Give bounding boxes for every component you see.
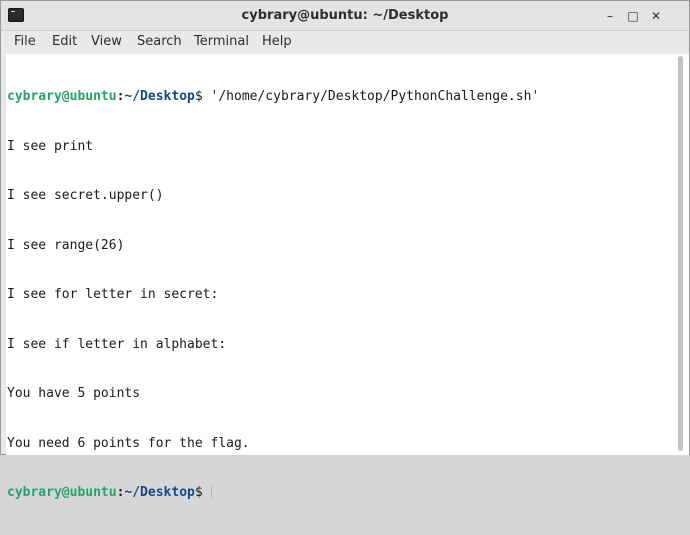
prompt-dollar: $ (194, 485, 203, 500)
maximize-icon[interactable]: □ (624, 7, 642, 25)
prompt-dollar: $ (194, 89, 203, 104)
output-line: You have 5 points (7, 386, 141, 401)
command-text: '/home/cybrary/Desktop/PythonChallenge.s… (202, 89, 540, 104)
command-line: cybrary@ubuntu:~/Desktop$ '/home/cybrary… (7, 89, 672, 106)
current-prompt-line: cybrary@ubuntu:~/Desktop$ (7, 485, 672, 502)
prompt-path: ~/Desktop (124, 485, 195, 500)
prompt-colon: : (116, 485, 125, 500)
menu-terminal[interactable]: Terminal (194, 34, 249, 49)
output-line: I see if letter in alphabet: (7, 336, 227, 352)
prompt-user: cybrary@ubuntu (7, 89, 117, 104)
output-line: I see print (7, 138, 94, 154)
text-cursor (210, 486, 212, 499)
menu-file[interactable]: File (14, 34, 36, 49)
output-line: I see secret.upper() (7, 188, 164, 203)
menu-edit[interactable]: Edit (52, 34, 77, 49)
scrollbar-thumb[interactable] (678, 56, 683, 451)
minimize-icon[interactable]: – (601, 7, 619, 25)
output-line: I see range(26) (7, 237, 125, 253)
menu-help[interactable]: Help (262, 34, 292, 49)
title-bar[interactable]: cybrary@ubuntu: ~/Desktop – □ ✕ (1, 1, 689, 31)
window-title: cybrary@ubuntu: ~/Desktop (241, 8, 449, 23)
vertical-scrollbar[interactable] (672, 54, 689, 455)
output-line: I see for letter in secret: (7, 287, 219, 302)
prompt-user: cybrary@ubuntu (7, 485, 117, 500)
menu-view[interactable]: View (91, 34, 122, 49)
terminal-window: cybrary@ubuntu: ~/Desktop – □ ✕ File Edi… (0, 0, 690, 500)
close-icon[interactable]: ✕ (647, 7, 665, 25)
prompt-path: ~/Desktop (124, 89, 195, 104)
menu-search[interactable]: Search (137, 34, 182, 49)
output-line: You need 6 points for the flag. (7, 435, 250, 451)
menu-bar: File Edit View Search Terminal Help (1, 31, 689, 53)
terminal-output-area[interactable]: cybrary@ubuntu:~/Desktop$ '/home/cybrary… (6, 54, 672, 500)
